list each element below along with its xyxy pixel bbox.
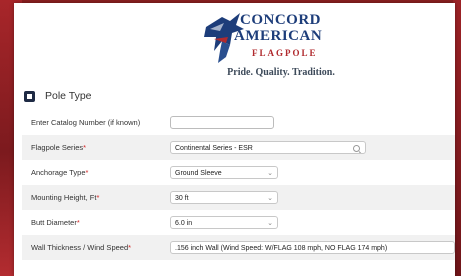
logo-word-concord: CONCORD [240, 12, 321, 28]
anchorage-type-select[interactable]: Ground Sleeve ⌄ [170, 166, 278, 179]
form-row-wall-thickness: Wall Thickness / Wind Speed* .156 inch W… [22, 235, 455, 260]
field-label: Flagpole Series* [31, 143, 87, 152]
form-panel: CONCORD AMERICAN FLAGPOLE Pride. Quality… [14, 3, 455, 276]
flagpole-series-search[interactable]: Continental Series - ESR [170, 141, 366, 154]
cube-icon [24, 90, 35, 102]
section-header-pole-type[interactable]: Pole Type [24, 89, 92, 103]
field-value: Continental Series - ESR [175, 145, 253, 152]
field-value: .156 inch Wall (Wind Speed: W/FLAG 108 m… [175, 245, 388, 252]
section-title: Pole Type [45, 90, 92, 102]
butt-diameter-select[interactable]: 6.0 in ⌄ [170, 216, 278, 229]
form-row-anchorage-type: Anchorage Type* Ground Sleeve ⌄ [22, 160, 455, 185]
concord-american-flagpole-logo: CONCORD AMERICAN FLAGPOLE Pride. Quality… [200, 7, 350, 83]
logo-word-american: AMERICAN [234, 28, 323, 44]
field-label: Enter Catalog Number (if known) [31, 118, 141, 127]
wall-thickness-select[interactable]: .156 inch Wall (Wind Speed: W/FLAG 108 m… [170, 241, 455, 254]
logo-word-flagpole: FLAGPOLE [252, 48, 318, 58]
field-label: Anchorage Type* [31, 168, 89, 177]
field-value: Ground Sleeve [175, 170, 222, 177]
catalog-number-input[interactable] [170, 116, 274, 129]
form-row-flagpole-series: Flagpole Series* Continental Series - ES… [22, 135, 455, 160]
field-value: 30 ft [175, 195, 189, 202]
field-label: Butt Diameter* [31, 218, 80, 227]
form-row-catalog-number: Enter Catalog Number (if known) [22, 110, 455, 135]
chevron-down-icon: ⌄ [267, 220, 273, 227]
form-row-butt-diameter: Butt Diameter* 6.0 in ⌄ [22, 210, 455, 235]
field-label: Wall Thickness / Wind Speed* [31, 243, 132, 252]
mounting-height-select[interactable]: 30 ft ⌄ [170, 191, 278, 204]
logo-tagline: Pride. Quality. Tradition. [227, 67, 335, 78]
search-icon [353, 145, 360, 152]
chevron-down-icon: ⌄ [267, 170, 273, 177]
chevron-down-icon: ⌄ [267, 195, 273, 202]
field-value: 6.0 in [175, 220, 193, 227]
form-row-mounting-height: Mounting Height, Ft* 30 ft ⌄ [22, 185, 455, 210]
field-label: Mounting Height, Ft* [31, 193, 100, 202]
